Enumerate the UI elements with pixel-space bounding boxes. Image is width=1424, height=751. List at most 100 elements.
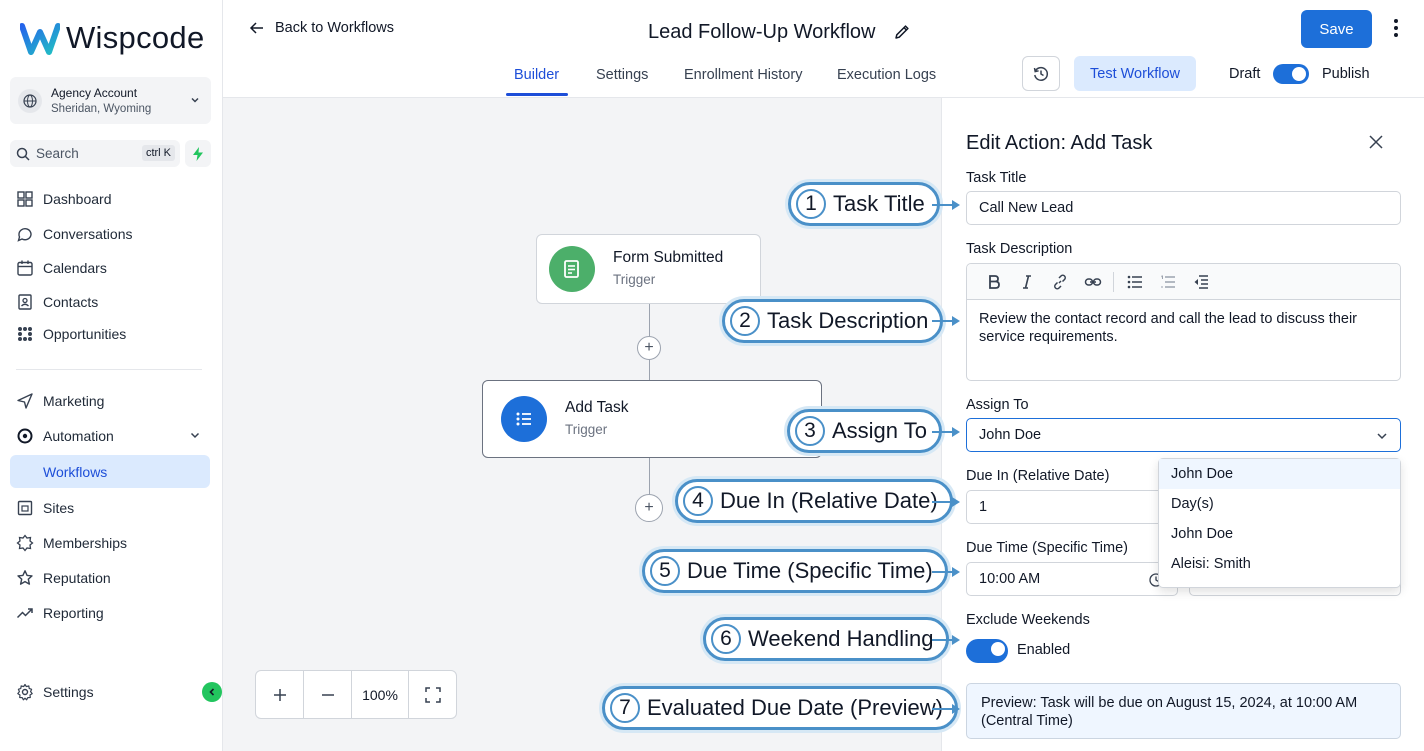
callout-due-in: 4 Due In (Relative Date) [675,479,953,523]
sidebar-item-conversations[interactable]: Conversations [16,222,133,246]
assign-to-select[interactable]: John Doe [966,418,1401,452]
publish-toggle[interactable] [1273,64,1309,84]
sidebar-item-automation[interactable]: Automation [16,424,114,448]
sidebar-item-label: Memberships [43,535,128,551]
sidebar-item-settings[interactable]: Settings [16,680,94,704]
search-shortcut: ctrl K [141,145,175,161]
chevron-down-icon [191,97,199,103]
search-icon [16,147,30,161]
bold-icon[interactable] [977,274,1010,290]
outdent-icon[interactable] [1184,274,1217,289]
account-switcher[interactable]: Agency Account Sheridan, Wyoming [10,77,211,124]
link-icon[interactable] [1043,274,1076,290]
toolbar-divider [1113,271,1114,292]
callout-due-time: 5 Due Time (Specific Time) [642,549,948,593]
tab-builder[interactable]: Builder [514,67,559,83]
sidebar-item-workflows[interactable]: Workflows [10,455,210,488]
callout-task-description: 2 Task Description [722,299,944,343]
callout-label: Due In (Relative Date) [720,488,938,513]
dropdown-option[interactable]: Day(s) [1159,489,1400,519]
callout-label: Assign To [832,418,927,443]
task-title-label: Task Title [966,170,1027,186]
sidebar-item-sites[interactable]: Sites [16,496,74,520]
collapse-sidebar-button[interactable] [202,682,222,702]
callout-arrow [932,635,960,645]
sidebar: Wispcode Agency Account Sheridan, Wyomin… [0,0,223,751]
lightning-bolt-icon [193,146,203,161]
active-tab-indicator [506,93,568,96]
exclude-weekends-label: Exclude Weekends [966,612,1090,628]
workflow-title: Lead Follow-Up Workflow [648,21,876,43]
tab-execution-logs[interactable]: Execution Logs [837,67,936,83]
chevron-down-icon[interactable] [189,429,201,441]
sidebar-item-dashboard[interactable]: Dashboard [16,187,112,211]
due-date-preview: Preview: Task will be due on August 15, … [966,683,1401,739]
draft-label: Draft [1229,66,1261,82]
more-options-icon[interactable] [1393,18,1399,38]
callout-number: 1 [796,189,826,219]
add-step-button[interactable]: + [637,336,661,360]
callout-assign-to: 3 Assign To [787,409,942,453]
automation-icon [17,428,33,444]
back-to-workflows-link[interactable]: Back to Workflows [249,20,394,36]
exclude-weekends-toggle[interactable] [966,639,1008,663]
test-workflow-button[interactable]: Test Workflow [1074,56,1196,91]
sidebar-item-label: Opportunities [43,326,127,342]
callout-task-title: 1 Task Title [788,182,940,226]
add-task-action-node[interactable]: Add Task Trigger [482,380,822,458]
zoom-controls: 100% [255,670,457,719]
history-icon [1033,66,1049,81]
pencil-icon[interactable] [893,23,911,41]
sidebar-item-reputation[interactable]: Reputation [16,566,111,590]
quick-action-button[interactable] [185,140,211,167]
due-time-input[interactable]: 10:00 AM [966,562,1178,596]
callout-arrow [932,497,960,507]
fullscreen-icon [424,686,441,703]
fit-to-screen-button[interactable] [409,671,456,718]
sidebar-item-contacts[interactable]: Contacts [16,290,98,314]
zoom-in-button[interactable] [256,671,304,718]
globe-icon [18,88,42,113]
version-history-button[interactable] [1022,56,1060,91]
callout-arrow [932,704,960,714]
due-in-label: Due In (Relative Date) [966,468,1110,484]
add-step-button[interactable]: + [635,494,663,522]
sidebar-item-calendars[interactable]: Calendars [16,256,107,280]
save-button[interactable]: Save [1301,10,1372,48]
task-title-input[interactable]: Call New Lead [966,191,1401,225]
sidebar-item-reporting[interactable]: Reporting [16,601,104,625]
dropdown-option[interactable]: John Doe [1159,519,1400,549]
tab-settings[interactable]: Settings [596,67,648,83]
numbered-list-icon[interactable] [1151,275,1184,289]
form-icon [549,246,595,292]
sidebar-item-memberships[interactable]: Memberships [16,531,127,555]
workflow-header: Back to Workflows Lead Follow-Up Workflo… [223,0,1424,98]
chevron-left-icon [209,688,215,696]
dropdown-option[interactable]: John Doe [1159,459,1400,489]
task-description-label: Task Description [966,241,1073,257]
sidebar-item-label: Conversations [43,226,133,242]
italic-icon[interactable] [1010,274,1043,290]
trigger-node[interactable]: Form Submitted Trigger [536,234,761,304]
bullet-list-icon[interactable] [1118,275,1151,289]
logo[interactable]: Wispcode [20,18,205,58]
sidebar-divider [16,369,202,370]
arrow-left-icon [249,22,263,34]
chat-bubble-icon [17,228,32,242]
search-input[interactable]: Search ctrl K [10,140,180,167]
gear-icon [17,683,33,701]
dropdown-option[interactable]: Aleisi: Smith [1159,549,1400,579]
callout-number: 3 [795,416,825,446]
sidebar-item-label: Settings [43,684,94,700]
task-description-editor[interactable]: Review the contact record and call the l… [966,263,1401,381]
due-in-input[interactable]: 1 [966,490,1178,524]
publish-label: Publish [1322,66,1370,82]
unlink-icon[interactable] [1076,275,1109,289]
tab-enrollment-history[interactable]: Enrollment History [684,67,802,83]
callout-label: Task Description [767,308,929,333]
close-icon[interactable] [1369,135,1383,149]
sidebar-item-opportunities[interactable]: Opportunities [16,322,126,346]
node-title: Add Task [565,399,629,416]
sidebar-item-marketing[interactable]: Marketing [16,389,104,413]
zoom-out-button[interactable] [304,671,352,718]
